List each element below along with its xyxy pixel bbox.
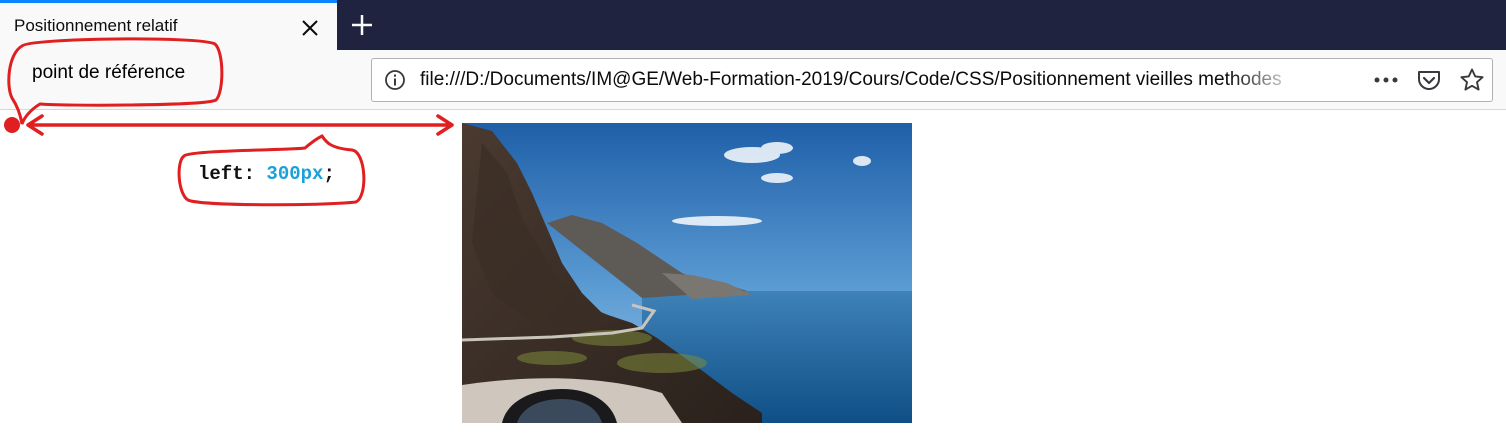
url-text[interactable]: file:///D:/Documents/IM@GE/Web-Formation… — [420, 69, 1300, 93]
info-icon[interactable] — [384, 69, 406, 91]
reference-point-label: point de référence — [32, 62, 186, 83]
star-icon[interactable] — [1459, 67, 1485, 93]
pocket-icon[interactable] — [1416, 68, 1442, 92]
navigation-bar: file:///D:/Documents/IM@GE/Web-Formation… — [0, 50, 1506, 110]
coastal-cliff-road-photo — [462, 123, 912, 423]
code-snippet: left: 300px; — [198, 163, 335, 185]
plus-icon[interactable] — [349, 12, 375, 38]
close-icon[interactable] — [298, 16, 322, 40]
offset-arrow — [26, 114, 454, 136]
reference-point-dot — [4, 117, 20, 133]
code-value: 300px — [266, 163, 324, 185]
tab-strip: Positionnement relatif — [0, 0, 1506, 50]
tab-title: Positionnement relatif — [14, 16, 178, 35]
code-property: left: — [198, 163, 256, 185]
url-bar[interactable]: file:///D:/Documents/IM@GE/Web-Formation… — [371, 58, 1493, 102]
tab-active[interactable]: Positionnement relatif — [0, 0, 337, 50]
code-semicolon: ; — [323, 163, 335, 185]
more-icon[interactable] — [1372, 69, 1400, 91]
